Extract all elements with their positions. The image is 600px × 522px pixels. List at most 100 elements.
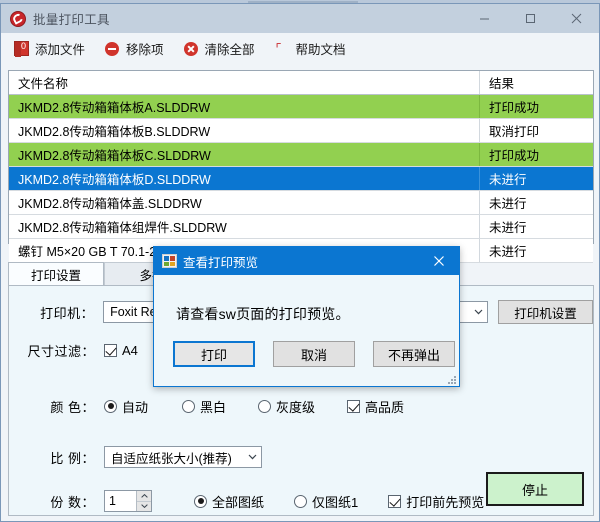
dialog-print-button[interactable]: 打印 [173, 341, 255, 367]
table-row[interactable]: JKMD2.8传动箱箱体盖.SLDDRW 未进行 [9, 191, 593, 215]
stepper-down-icon[interactable] [137, 502, 151, 512]
color-option-grayscale[interactable]: 灰度级 [258, 397, 315, 416]
table-header-row: 文件名称 结果 [9, 71, 593, 95]
stop-button[interactable]: 停止 [486, 472, 584, 506]
help-doc-label: 帮助文档 [295, 42, 346, 57]
clear-all-button[interactable]: 清除全部 [181, 36, 264, 60]
copies-row: 份 数： 1 全部图纸 仅图纸1 打印前先预览 [9, 489, 489, 513]
radio-icon[interactable] [194, 494, 207, 508]
sheet-1-label: 仅图纸1 [312, 494, 359, 510]
window-app-icon [162, 254, 177, 268]
add-file-label: 添加文件 [35, 42, 86, 57]
table-row-selected[interactable]: JKMD2.8传动箱箱体板D.SLDDRW 未进行 [9, 167, 593, 191]
table-row[interactable]: JKMD2.8传动箱箱体板B.SLDDRW 取消打印 [9, 119, 593, 143]
cell-filename: JKMD2.8传动箱箱体盖.SLDDRW [9, 191, 480, 214]
radio-icon[interactable] [182, 399, 196, 413]
column-header-result[interactable]: 结果 [480, 71, 593, 94]
size-filter-row: 尺寸过滤： A4 [9, 338, 143, 362]
chevron-down-icon[interactable] [243, 447, 261, 467]
preview-first-option[interactable]: 打印前先预览 [388, 492, 484, 511]
cell-filename: JKMD2.8传动箱箱体板D.SLDDRW [9, 167, 480, 190]
app-root: 批量打印工具 添加文件 移除项 [0, 0, 600, 522]
tab-print-settings[interactable]: 打印设置 [8, 262, 104, 286]
minimize-button[interactable] [461, 4, 507, 33]
copies-value[interactable]: 1 [105, 491, 136, 511]
checkbox-icon[interactable] [104, 343, 117, 357]
cell-result: 未进行 [489, 221, 527, 235]
cell-result: 打印成功 [489, 149, 540, 163]
dialog-cancel-button[interactable]: 取消 [273, 341, 355, 367]
dialog-title: 查看打印预览 [183, 255, 259, 270]
help-doc-button[interactable]: ⌜ 帮助文档 [272, 36, 355, 60]
file-table[interactable]: 文件名称 结果 JKMD2.8传动箱箱体板A.SLDDRW 打印成功 JKMD2… [8, 70, 594, 263]
checkbox-icon[interactable] [388, 494, 402, 508]
clear-all-icon [183, 40, 200, 57]
size-filter-a4-label: A4 [122, 342, 138, 358]
copies-label: 份 数： [50, 494, 95, 510]
resize-grip-icon[interactable] [448, 376, 457, 385]
size-filter-label: 尺寸过滤： [27, 343, 95, 359]
color-label: 颜 色： [50, 399, 95, 415]
window-controls [461, 4, 599, 33]
scale-label: 比 例： [50, 450, 95, 466]
high-quality-option[interactable]: 高品质 [347, 397, 404, 416]
stepper-up-icon[interactable] [137, 491, 151, 502]
color-grayscale-label: 灰度级 [276, 399, 316, 415]
cell-filename: JKMD2.8传动箱箱体板C.SLDDRW [9, 143, 480, 166]
table-row[interactable]: JKMD2.8传动箱箱体板C.SLDDRW 打印成功 [9, 143, 593, 167]
cell-filename: JKMD2.8传动箱箱体组焊件.SLDDRW [9, 215, 480, 238]
radio-icon[interactable] [258, 399, 272, 413]
color-bw-label: 黑白 [200, 399, 227, 415]
stepper-buttons[interactable] [136, 491, 151, 511]
toolbar: 添加文件 移除项 清除全部 ⌜ 帮助文档 [1, 33, 599, 63]
add-file-icon [13, 40, 30, 57]
window-title: 批量打印工具 [33, 13, 110, 27]
dialog-message: 请查看sw页面的打印预览。 [176, 306, 350, 322]
dialog-never-show-button[interactable]: 不再弹出 [373, 341, 455, 367]
close-button[interactable] [553, 4, 599, 33]
main-window: 批量打印工具 添加文件 移除项 [0, 3, 600, 522]
scale-value: 自适应纸张大小(推荐) [111, 451, 232, 466]
preview-first-label: 打印前先预览 [406, 494, 485, 510]
remove-item-button[interactable]: 移除项 [102, 36, 173, 60]
pdf-help-icon: ⌜ [275, 40, 282, 56]
cell-result: 未进行 [489, 197, 527, 211]
maximize-button[interactable] [507, 4, 553, 33]
copies-option-all-sheets[interactable]: 全部图纸 [194, 492, 264, 511]
table-row[interactable]: JKMD2.8传动箱箱体板A.SLDDRW 打印成功 [9, 95, 593, 119]
printer-settings-button[interactable]: 打印机设置 [498, 300, 593, 324]
remove-item-icon [104, 40, 121, 57]
app-logo-icon [10, 10, 26, 27]
cell-filename: JKMD2.8传动箱箱体板A.SLDDRW [9, 95, 480, 118]
print-preview-dialog: 查看打印预览 请查看sw页面的打印预览。 打印 取消 不再弹出 [153, 246, 460, 387]
cell-result: 取消打印 [489, 125, 540, 139]
chevron-down-icon[interactable] [469, 302, 487, 322]
color-auto-label: 自动 [122, 399, 149, 415]
checkbox-icon[interactable] [347, 399, 361, 413]
dialog-close-button[interactable] [419, 247, 459, 275]
dialog-title-bar: 查看打印预览 [154, 247, 459, 275]
scale-row: 比 例： 自适应纸张大小(推荐) [9, 445, 262, 469]
table-row[interactable]: JKMD2.8传动箱箱体组焊件.SLDDRW 未进行 [9, 215, 593, 239]
cell-filename: JKMD2.8传动箱箱体板B.SLDDRW [9, 119, 480, 142]
clear-all-label: 清除全部 [204, 42, 255, 57]
color-option-auto[interactable]: 自动 [104, 397, 148, 416]
color-option-bw[interactable]: 黑白 [182, 397, 226, 416]
dialog-button-bar: 打印 取消 不再弹出 [154, 341, 459, 367]
radio-icon[interactable] [104, 399, 117, 413]
scale-select[interactable]: 自适应纸张大小(推荐) [104, 446, 262, 468]
color-row: 颜 色： 自动 黑白 灰度级 高品质 [9, 394, 409, 418]
add-file-button[interactable]: 添加文件 [11, 36, 94, 60]
radio-icon[interactable] [294, 494, 308, 508]
high-quality-label: 高品质 [365, 399, 405, 415]
column-header-filename[interactable]: 文件名称 [9, 71, 480, 94]
cell-result: 未进行 [489, 173, 527, 187]
copies-stepper[interactable]: 1 [104, 490, 152, 512]
all-sheets-label: 全部图纸 [212, 494, 265, 510]
printer-label: 打印机： [40, 305, 95, 321]
remove-item-label: 移除项 [126, 42, 164, 57]
size-filter-option-a4[interactable]: A4 [104, 343, 138, 358]
cell-result: 打印成功 [489, 101, 540, 115]
copies-option-sheet-1[interactable]: 仅图纸1 [294, 492, 358, 511]
title-bar: 批量打印工具 [1, 4, 599, 33]
